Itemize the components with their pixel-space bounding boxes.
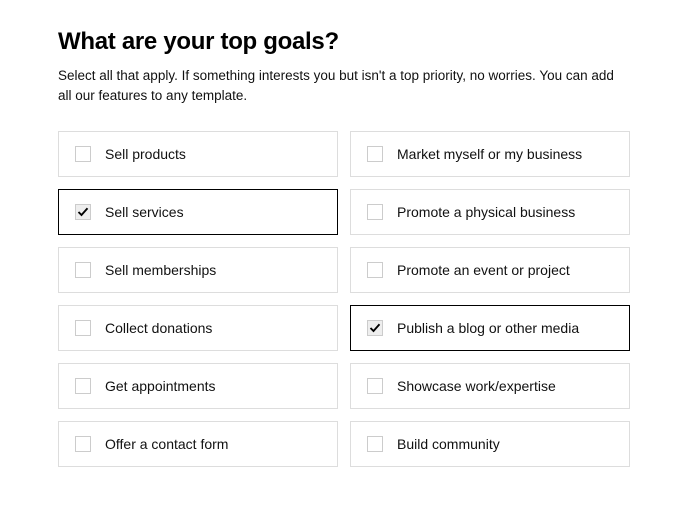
goal-option-label: Sell products bbox=[105, 146, 186, 162]
goal-option[interactable]: Publish a blog or other media bbox=[350, 305, 630, 351]
goal-option-label: Promote an event or project bbox=[397, 262, 570, 278]
goal-option-label: Sell memberships bbox=[105, 262, 216, 278]
goal-option[interactable]: Sell products bbox=[58, 131, 338, 177]
goal-option[interactable]: Build community bbox=[350, 421, 630, 467]
goal-option[interactable]: Get appointments bbox=[58, 363, 338, 409]
checkbox-icon bbox=[75, 204, 91, 220]
goal-option-label: Promote a physical business bbox=[397, 204, 575, 220]
checkbox-icon bbox=[75, 436, 91, 452]
goal-option-label: Publish a blog or other media bbox=[397, 320, 579, 336]
goal-option[interactable]: Offer a contact form bbox=[58, 421, 338, 467]
goal-option[interactable]: Collect donations bbox=[58, 305, 338, 351]
goal-option-label: Get appointments bbox=[105, 378, 216, 394]
checkbox-icon bbox=[75, 262, 91, 278]
checkbox-icon bbox=[75, 378, 91, 394]
goal-option-label: Showcase work/expertise bbox=[397, 378, 556, 394]
goal-option[interactable]: Market myself or my business bbox=[350, 131, 630, 177]
checkbox-icon bbox=[367, 262, 383, 278]
checkbox-icon bbox=[75, 146, 91, 162]
checkbox-icon bbox=[367, 378, 383, 394]
goal-option[interactable]: Showcase work/expertise bbox=[350, 363, 630, 409]
goal-option[interactable]: Sell services bbox=[58, 189, 338, 235]
checkbox-icon bbox=[367, 146, 383, 162]
goal-option-label: Offer a contact form bbox=[105, 436, 228, 452]
checkbox-icon bbox=[367, 436, 383, 452]
goal-option[interactable]: Promote an event or project bbox=[350, 247, 630, 293]
checkbox-icon bbox=[367, 204, 383, 220]
goal-option-label: Collect donations bbox=[105, 320, 212, 336]
goals-grid: Sell products Market myself or my busines… bbox=[58, 131, 630, 467]
goal-option-label: Sell services bbox=[105, 204, 184, 220]
goal-option[interactable]: Sell memberships bbox=[58, 247, 338, 293]
page-subheading: Select all that apply. If something inte… bbox=[58, 66, 630, 105]
goal-option[interactable]: Promote a physical business bbox=[350, 189, 630, 235]
page-heading: What are your top goals? bbox=[58, 28, 630, 56]
goal-option-label: Build community bbox=[397, 436, 500, 452]
goal-option-label: Market myself or my business bbox=[397, 146, 582, 162]
checkbox-icon bbox=[75, 320, 91, 336]
checkbox-icon bbox=[367, 320, 383, 336]
